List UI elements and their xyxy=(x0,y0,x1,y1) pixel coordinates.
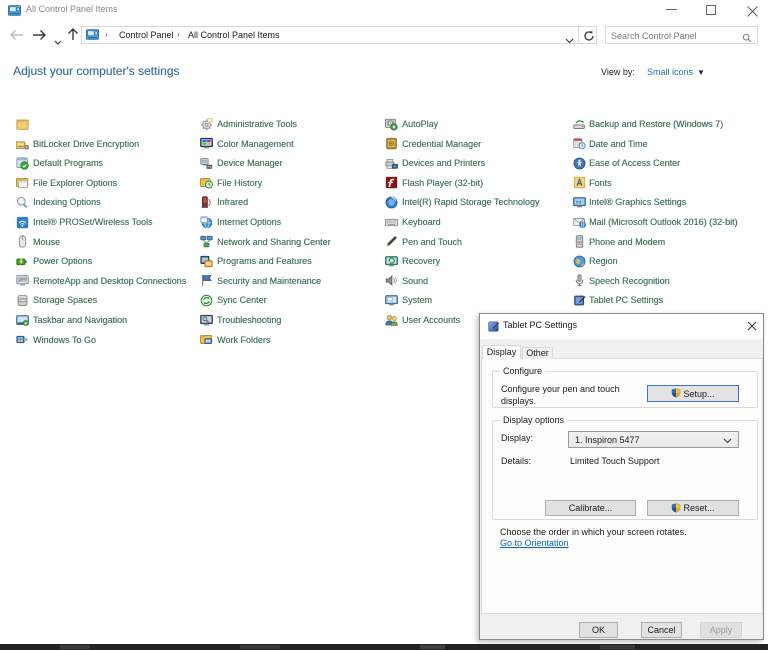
svg-text:int: int xyxy=(576,200,581,205)
